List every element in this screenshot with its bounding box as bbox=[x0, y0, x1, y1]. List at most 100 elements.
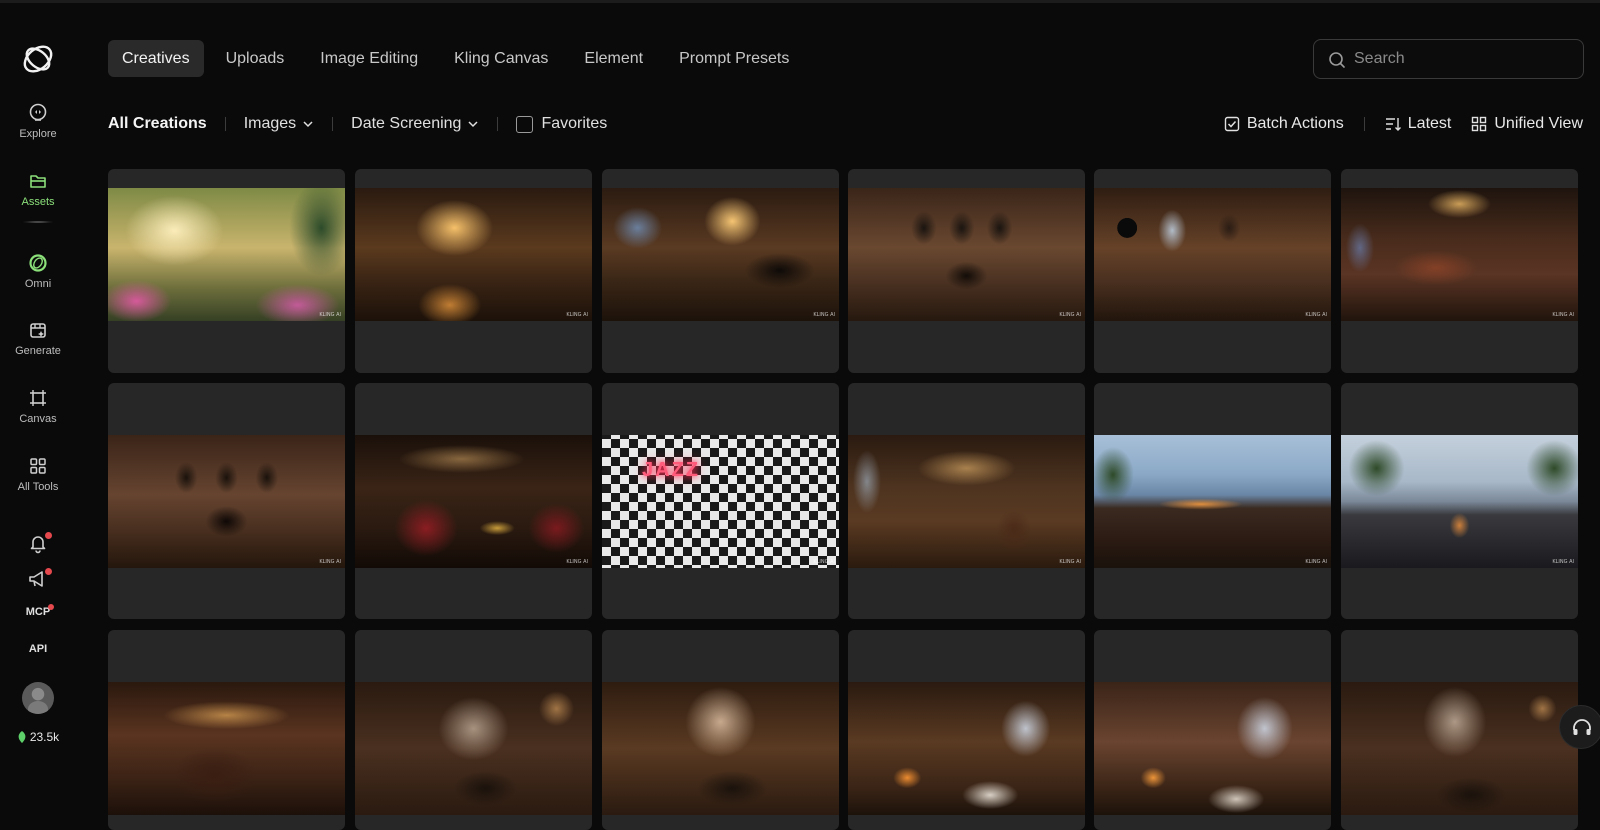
headset-icon bbox=[1573, 719, 1591, 735]
creation-thumbnail bbox=[848, 682, 1085, 815]
sort-icon bbox=[1385, 118, 1401, 131]
support-button[interactable] bbox=[1559, 705, 1600, 749]
watermark: KLING AI bbox=[1552, 559, 1574, 565]
creation-card[interactable] bbox=[1341, 630, 1578, 830]
all-creations-filter[interactable]: All Creations bbox=[108, 115, 207, 133]
sidebar-item-assets[interactable]: Assets bbox=[0, 171, 76, 208]
creation-card[interactable] bbox=[1094, 630, 1331, 830]
type-dropdown-value: Images bbox=[243, 115, 297, 132]
app-logo-icon[interactable] bbox=[18, 39, 58, 79]
avatar[interactable] bbox=[22, 682, 54, 714]
creation-thumbnail: KLING AI bbox=[355, 435, 592, 568]
view-label: Unified View bbox=[1494, 115, 1583, 132]
creation-card[interactable]: KLING AI bbox=[108, 383, 345, 619]
creation-thumbnail: JAZZ KLING AI bbox=[602, 435, 839, 568]
search-icon bbox=[1329, 52, 1345, 68]
creation-thumbnail bbox=[355, 682, 592, 815]
filter-bar: All Creations Images Date Screening Favo… bbox=[108, 112, 607, 136]
sidebar-item-label: Omni bbox=[24, 278, 52, 290]
api-link[interactable]: API bbox=[0, 643, 76, 655]
creation-card[interactable]: KLING AI bbox=[1094, 169, 1331, 373]
creation-card[interactable] bbox=[602, 630, 839, 830]
batch-actions-label: Batch Actions bbox=[1246, 115, 1344, 132]
sidebar-item-omni[interactable]: Omni bbox=[0, 253, 76, 290]
creation-thumbnail bbox=[602, 682, 839, 815]
watermark: KLING AI bbox=[1305, 559, 1327, 565]
tab-image-editing[interactable]: Image Editing bbox=[306, 40, 432, 77]
sidebar-item-canvas[interactable]: Canvas bbox=[0, 388, 76, 425]
creation-card[interactable] bbox=[355, 630, 592, 830]
search-input[interactable] bbox=[1354, 40, 1574, 78]
chevron-down-icon bbox=[303, 121, 313, 128]
creation-card[interactable]: KLING AI bbox=[108, 169, 345, 373]
creation-card[interactable]: KLING AI bbox=[848, 169, 1085, 373]
creation-thumbnail: KLING AI bbox=[1094, 435, 1331, 568]
creation-card[interactable]: KLING AI bbox=[602, 169, 839, 373]
unified-view-button[interactable]: Unified View bbox=[1471, 115, 1583, 133]
watermark: KLING AI bbox=[1059, 559, 1081, 565]
creation-card[interactable] bbox=[108, 630, 345, 830]
creation-thumbnail: KLING AI bbox=[848, 435, 1085, 568]
watermark: KLING AI bbox=[566, 559, 588, 565]
creation-card[interactable]: KLING AI bbox=[848, 383, 1085, 619]
header-tabs: Creatives Uploads Image Editing Kling Ca… bbox=[108, 40, 803, 77]
sidebar-item-label: Explore bbox=[19, 128, 57, 140]
creation-card[interactable]: KLING AI bbox=[1094, 383, 1331, 619]
tab-element[interactable]: Element bbox=[570, 40, 657, 77]
view-actions: Batch Actions Latest Unified View bbox=[1224, 112, 1583, 136]
batch-actions-button[interactable]: Batch Actions bbox=[1224, 115, 1344, 133]
creation-thumbnail: KLING AI bbox=[355, 188, 592, 321]
date-screening-dropdown[interactable]: Date Screening bbox=[351, 115, 479, 133]
credits-balance[interactable]: 23.5k bbox=[0, 730, 76, 744]
notification-dot bbox=[45, 568, 52, 575]
watermark: KLING AI bbox=[813, 312, 835, 318]
divider bbox=[1363, 117, 1365, 131]
watermark: KLING AI bbox=[319, 312, 341, 318]
creation-thumbnail: KLING AI bbox=[108, 188, 345, 321]
sidebar-item-generate[interactable]: Generate bbox=[0, 320, 76, 357]
divider bbox=[332, 117, 334, 131]
sidebar-item-label: Generate bbox=[15, 345, 61, 357]
top-border bbox=[0, 0, 1600, 3]
creation-thumbnail bbox=[108, 682, 345, 815]
creation-thumbnail: KLING AI bbox=[108, 435, 345, 568]
sort-latest-button[interactable]: Latest bbox=[1385, 115, 1452, 133]
creation-thumbnail bbox=[1341, 682, 1578, 815]
mcp-link[interactable]: MCP bbox=[0, 606, 76, 618]
sidebar-item-all-tools[interactable]: All Tools bbox=[0, 456, 76, 493]
creation-card[interactable]: KLING AI bbox=[1341, 169, 1578, 373]
credits-value: 23.5k bbox=[29, 730, 60, 744]
creation-thumbnail: KLING AI bbox=[1341, 435, 1578, 568]
grid-icon bbox=[30, 458, 46, 474]
divider bbox=[224, 117, 226, 131]
credit-leaf-icon bbox=[18, 731, 26, 743]
creation-card[interactable]: KLING AI bbox=[355, 169, 592, 373]
creation-thumbnail: KLING AI bbox=[602, 188, 839, 321]
sidebar-item-explore[interactable]: Explore bbox=[0, 103, 76, 140]
favorites-checkbox[interactable] bbox=[516, 115, 534, 133]
watermark: KLING AI bbox=[566, 312, 588, 318]
neon-sign: JAZZ bbox=[642, 459, 700, 481]
watermark: KLING AI bbox=[1552, 312, 1574, 318]
type-dropdown[interactable]: Images bbox=[244, 115, 314, 133]
favorites-label[interactable]: Favorites bbox=[541, 115, 607, 133]
tab-uploads[interactable]: Uploads bbox=[212, 40, 299, 77]
tab-prompt-presets[interactable]: Prompt Presets bbox=[665, 40, 803, 77]
checkbox-square-icon bbox=[1224, 116, 1240, 132]
notification-dot bbox=[45, 532, 52, 539]
tab-creatives[interactable]: Creatives bbox=[108, 40, 204, 77]
folder-icon bbox=[30, 175, 46, 188]
tab-kling-canvas[interactable]: Kling Canvas bbox=[440, 40, 562, 77]
view-grid-icon bbox=[1472, 116, 1487, 132]
watermark: KLING AI bbox=[1059, 312, 1081, 318]
watermark: KLING AI bbox=[1305, 312, 1327, 318]
creation-thumbnail: KLING AI bbox=[1094, 188, 1331, 321]
creation-card[interactable]: JAZZ KLING AI bbox=[602, 383, 839, 619]
sidebar-item-label: Canvas bbox=[19, 413, 57, 425]
creation-card[interactable]: KLING AI bbox=[1341, 383, 1578, 619]
sort-label: Latest bbox=[1407, 115, 1452, 132]
creation-card[interactable] bbox=[848, 630, 1085, 830]
creation-card[interactable]: KLING AI bbox=[355, 383, 592, 619]
watermark: KLING AI bbox=[813, 559, 835, 565]
generate-icon bbox=[30, 323, 46, 338]
